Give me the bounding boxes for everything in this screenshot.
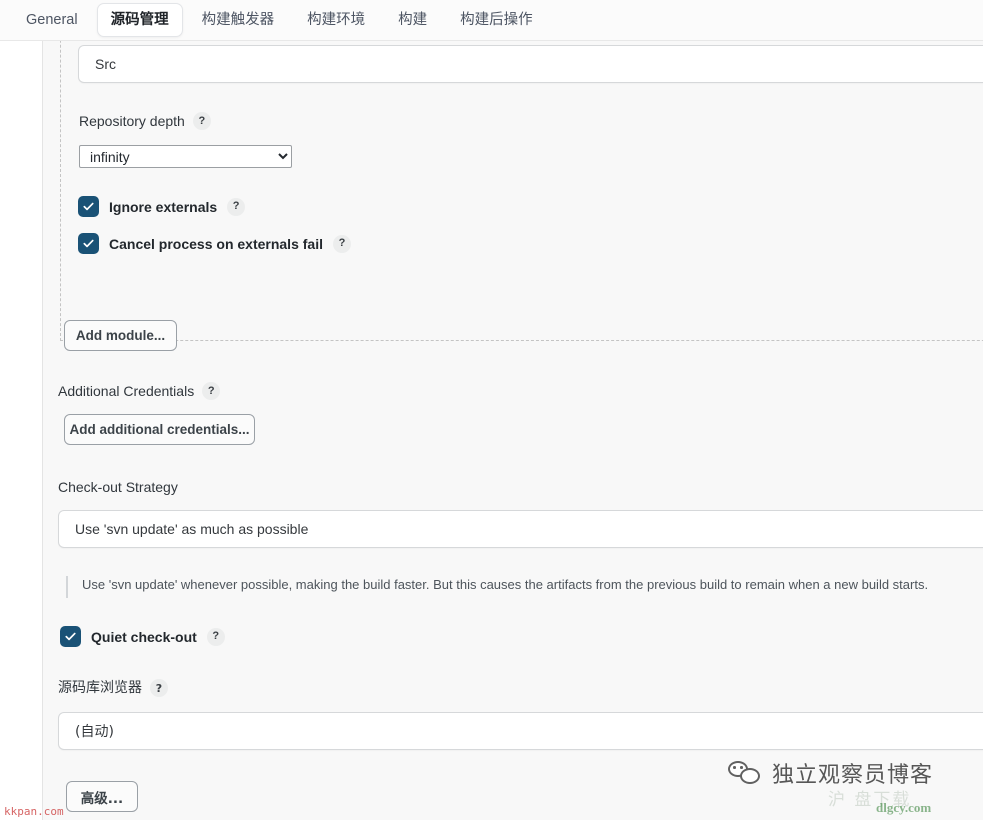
left-gutter xyxy=(0,41,42,820)
checkout-strategy-hint: Use 'svn update' whenever possible, maki… xyxy=(66,575,928,598)
tab-build-environment[interactable]: 构建环境 xyxy=(293,3,379,37)
repository-depth-select[interactable]: infinity xyxy=(79,145,292,168)
add-module-button[interactable]: Add module... xyxy=(64,320,177,351)
cancel-process-on-externals-fail-row[interactable]: Cancel process on externals fail ? xyxy=(78,233,351,254)
help-icon-ignore-externals[interactable]: ? xyxy=(227,197,246,216)
check-icon xyxy=(65,632,76,641)
add-additional-credentials-button[interactable]: Add additional credentials... xyxy=(64,414,255,445)
watermark-wechat-blog: 独立观察员博客 xyxy=(728,757,933,789)
quiet-checkout-label: Quiet check-out xyxy=(91,628,197,645)
checkout-strategy-select[interactable]: Use 'svn update' as much as possible xyxy=(58,510,983,548)
config-tab-bar: General 源码管理 构建触发器 构建环境 构建 构建后操作 xyxy=(0,0,983,41)
cancel-process-on-externals-fail-checkbox[interactable] xyxy=(78,233,99,254)
repository-browser-select[interactable]: (自动) xyxy=(58,712,983,750)
page-root: General 源码管理 构建触发器 构建环境 构建 构建后操作 Src Rep… xyxy=(0,0,983,820)
watermark-wechat-text: 独立观察员博客 xyxy=(772,763,934,788)
help-icon-repository-browser[interactable]: ? xyxy=(150,679,168,697)
form-body: Src Repository depth ? infinity Ignore e… xyxy=(0,0,983,820)
advanced-button[interactable]: 高级... xyxy=(66,781,138,812)
tab-build[interactable]: 构建 xyxy=(384,3,441,37)
help-icon-cancel-process[interactable]: ? xyxy=(332,234,351,253)
check-icon xyxy=(83,239,94,248)
additional-credentials-label: Additional Credentials ? xyxy=(58,382,221,400)
hint-rule xyxy=(66,576,68,598)
tab-source-code-management[interactable]: 源码管理 xyxy=(96,3,183,37)
check-icon xyxy=(83,202,94,211)
watermark-dlgcy: dlgcy.com xyxy=(876,800,932,815)
tab-post-build-actions[interactable]: 构建后操作 xyxy=(446,3,547,37)
wechat-icon xyxy=(728,761,762,785)
help-icon-repository-depth[interactable]: ? xyxy=(192,112,211,130)
repository-depth-label-text: Repository depth xyxy=(79,113,185,129)
checkout-strategy-hint-text: Use 'svn update' whenever possible, maki… xyxy=(82,577,929,592)
vertical-divider xyxy=(42,41,43,820)
local-module-directory-input[interactable]: Src xyxy=(78,45,983,83)
tab-build-triggers[interactable]: 构建触发器 xyxy=(188,3,289,37)
ignore-externals-checkbox[interactable] xyxy=(78,196,99,217)
help-icon-quiet-checkout[interactable]: ? xyxy=(206,627,225,646)
quiet-checkout-row[interactable]: Quiet check-out ? xyxy=(60,626,225,647)
help-icon-additional-credentials[interactable]: ? xyxy=(202,382,221,400)
repository-depth-label: Repository depth ? xyxy=(79,112,211,130)
cancel-process-on-externals-fail-label: Cancel process on externals fail xyxy=(109,235,323,252)
ignore-externals-row[interactable]: Ignore externals ? xyxy=(78,196,246,217)
watermark-kkpan: kkpan.com xyxy=(4,805,64,818)
tab-general[interactable]: General xyxy=(12,3,92,37)
repository-browser-label-text: 源码库浏览器 xyxy=(58,680,142,696)
checkout-strategy-label: Check-out Strategy xyxy=(58,478,178,496)
ignore-externals-label: Ignore externals xyxy=(109,198,218,215)
quiet-checkout-checkbox[interactable] xyxy=(60,626,81,647)
checkout-strategy-label-text: Check-out Strategy xyxy=(58,479,178,495)
additional-credentials-label-text: Additional Credentials xyxy=(58,383,195,399)
repository-browser-label: 源码库浏览器 ? xyxy=(58,679,168,697)
